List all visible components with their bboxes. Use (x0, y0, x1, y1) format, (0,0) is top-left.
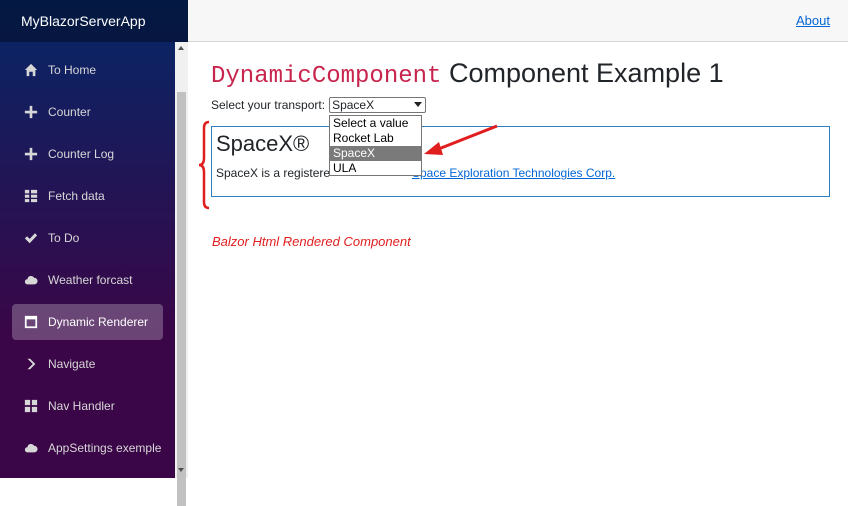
scroll-thumb[interactable] (177, 92, 186, 506)
dropdown-option[interactable]: Select a value (330, 116, 421, 131)
page-title-code: DynamicComponent (211, 63, 442, 90)
sidebar-item-label: Weather forcast (48, 273, 133, 287)
sidebar-item-label: Fetch data (48, 189, 105, 203)
transport-select-value: SpaceX (332, 98, 375, 112)
sidebar-item-label: To Home (48, 63, 97, 77)
transport-select[interactable]: SpaceX (329, 97, 427, 113)
window-icon (24, 315, 38, 329)
sidebar-item-to-do[interactable]: To Do (12, 220, 163, 256)
sidebar-item-label: Counter (48, 105, 91, 119)
chevron-down-icon (414, 102, 423, 107)
transport-dropdown-list[interactable]: Select a value Rocket Lab SpaceX ULA (329, 115, 422, 176)
sidebar-item-counter[interactable]: Counter (12, 94, 163, 130)
sidebar-item-label: To Do (48, 231, 80, 245)
annotation-bracket-icon (198, 120, 210, 210)
sidebar-item-navigate[interactable]: Navigate (12, 346, 163, 382)
component-text: SpaceX is a registere (216, 166, 331, 180)
annotation-label: Balzor Html Rendered Component (212, 234, 411, 249)
sidebar-item-dynamic-renderer[interactable]: Dynamic Renderer (12, 304, 163, 340)
sidebar-item-to-home[interactable]: To Home (12, 52, 163, 88)
dynamic-component-container: SpaceX® SpaceX is a registere Space Expl… (211, 126, 830, 197)
sidebar-item-appsettings-exemple[interactable]: AppSettings exemple (12, 430, 163, 466)
grid-icon (24, 399, 38, 413)
home-icon (24, 63, 38, 77)
sidebar-item-label: Dynamic Renderer (48, 315, 149, 329)
cloud-icon (24, 273, 38, 287)
app-brand[interactable]: MyBlazorServerApp (0, 0, 188, 42)
transport-select-row: Select your transport: SpaceX (211, 97, 427, 113)
sidebar-item-label: Nav Handler (48, 399, 115, 413)
about-link[interactable]: About (796, 13, 830, 28)
plus-icon (24, 147, 38, 161)
sidebar-item-counter-log[interactable]: Counter Log (12, 136, 163, 172)
check-icon (24, 231, 38, 245)
chevron-right-icon (24, 357, 38, 371)
annotation-arrow-icon (424, 124, 498, 155)
sidebar-item-label: Navigate (48, 357, 96, 371)
sidebar-item-label: AppSettings exemple (48, 441, 162, 455)
component-title: SpaceX® (216, 131, 310, 156)
sidebar: MyBlazorServerApp To Home Counter Counte… (0, 0, 188, 478)
sidebar-item-fetch-data[interactable]: Fetch data (12, 178, 163, 214)
page-title-text: Component Example 1 (448, 58, 724, 88)
scroll-up-arrow-icon[interactable] (178, 46, 184, 50)
dropdown-option-selected[interactable]: SpaceX (330, 146, 421, 161)
dropdown-option[interactable]: Rocket Lab (330, 131, 421, 146)
list-icon (24, 189, 38, 203)
sidebar-item-nav-handler[interactable]: Nav Handler (12, 388, 163, 424)
sidebar-item-label: Counter Log (48, 147, 115, 161)
scroll-down-arrow-icon[interactable] (178, 468, 184, 472)
top-bar: About (188, 0, 848, 42)
sidebar-scrollbar[interactable] (175, 42, 188, 506)
transport-select-label: Select your transport: (211, 98, 326, 112)
component-link[interactable]: Space Exploration Technologies Corp. (412, 166, 615, 180)
page-title: DynamicComponent Component Example 1 (211, 58, 724, 90)
plus-icon (24, 105, 38, 119)
sidebar-item-weather-forcast[interactable]: Weather forcast (12, 262, 163, 298)
cloud-icon (24, 441, 38, 455)
dropdown-option[interactable]: ULA (330, 161, 421, 176)
